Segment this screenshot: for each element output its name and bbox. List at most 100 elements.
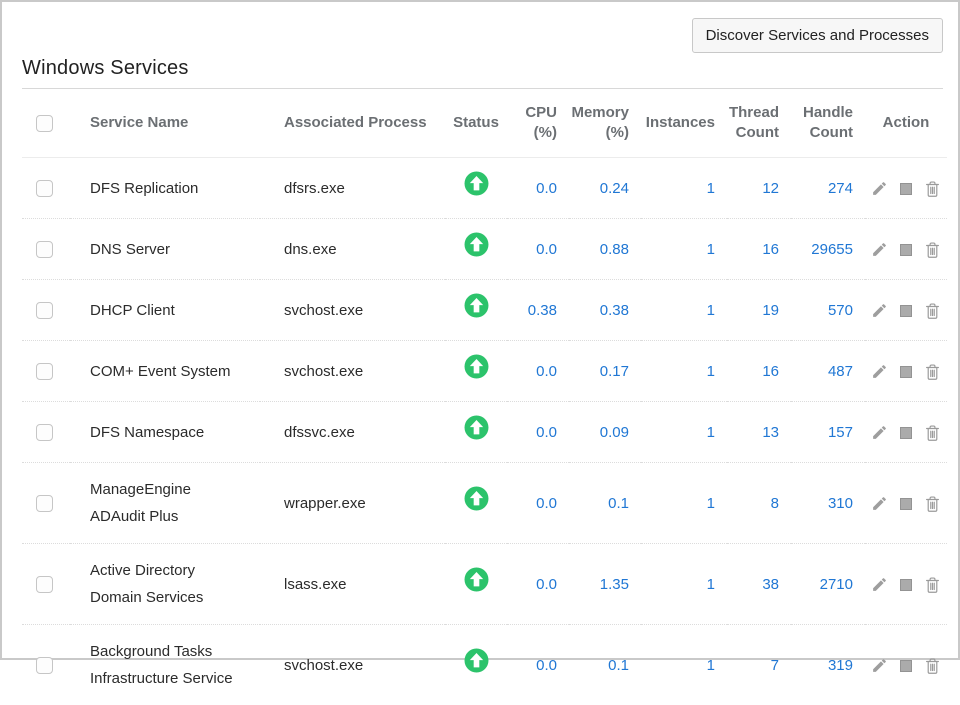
memory-value[interactable]: 0.09	[600, 424, 629, 441]
row-checkbox[interactable]	[36, 302, 53, 319]
delete-trash-icon[interactable]	[924, 241, 941, 259]
instances-value[interactable]: 1	[707, 302, 715, 319]
service-name: DFS Replication	[90, 180, 198, 197]
edit-pencil-icon[interactable]	[871, 424, 888, 441]
edit-pencil-icon[interactable]	[871, 363, 888, 380]
action-cell	[865, 544, 947, 625]
handle-count-value[interactable]: 310	[828, 495, 853, 512]
row-checkbox[interactable]	[36, 424, 53, 441]
cpu-cell: 0.0	[507, 341, 569, 402]
memory-cell: 0.09	[569, 402, 641, 463]
stop-square-icon[interactable]	[900, 244, 912, 256]
instances-value[interactable]: 1	[707, 495, 715, 512]
instances-value[interactable]: 1	[707, 657, 715, 674]
memory-cell: 0.1	[569, 463, 641, 544]
memory-cell: 0.88	[569, 219, 641, 280]
stop-square-icon[interactable]	[900, 660, 912, 672]
handle-count-value[interactable]: 29655	[811, 241, 853, 258]
table-row: ManageEngine ADAudit Plus wrapper.exe 0.…	[22, 463, 947, 544]
cpu-value[interactable]: 0.0	[536, 657, 557, 674]
handle-count-value[interactable]: 319	[828, 657, 853, 674]
edit-pencil-icon[interactable]	[871, 302, 888, 319]
cpu-value[interactable]: 0.0	[536, 424, 557, 441]
cpu-value[interactable]: 0.0	[536, 363, 557, 380]
cpu-value[interactable]: 0.38	[528, 302, 557, 319]
delete-trash-icon[interactable]	[924, 180, 941, 198]
delete-trash-icon[interactable]	[924, 657, 941, 675]
instances-cell: 1	[641, 544, 727, 625]
cpu-value[interactable]: 0.0	[536, 576, 557, 593]
table-row: Background Tasks Infrastructure Service …	[22, 625, 947, 705]
stop-square-icon[interactable]	[900, 183, 912, 195]
status-cell	[445, 341, 507, 402]
thread-count-value[interactable]: 16	[762, 363, 779, 380]
process-name: svchost.exe	[284, 302, 363, 319]
stop-square-icon[interactable]	[900, 498, 912, 510]
cpu-cell: 0.0	[507, 219, 569, 280]
instances-cell: 1	[641, 625, 727, 705]
cpu-value[interactable]: 0.0	[536, 180, 557, 197]
handle-count-cell: 29655	[791, 219, 865, 280]
stop-square-icon[interactable]	[900, 366, 912, 378]
service-name-cell: DNS Server	[70, 219, 260, 280]
stop-square-icon[interactable]	[900, 427, 912, 439]
delete-trash-icon[interactable]	[924, 302, 941, 320]
service-name-cell: Active Directory Domain Services	[70, 544, 260, 625]
delete-trash-icon[interactable]	[924, 424, 941, 442]
memory-value[interactable]: 0.1	[608, 495, 629, 512]
row-checkbox[interactable]	[36, 576, 53, 593]
stop-square-icon[interactable]	[900, 305, 912, 317]
row-checkbox[interactable]	[36, 180, 53, 197]
cpu-cell: 0.38	[507, 280, 569, 341]
thread-count-value[interactable]: 12	[762, 180, 779, 197]
thread-count-value[interactable]: 19	[762, 302, 779, 319]
thread-count-value[interactable]: 7	[771, 657, 779, 674]
column-header-status: Status	[445, 89, 507, 158]
memory-value[interactable]: 1.35	[600, 576, 629, 593]
delete-trash-icon[interactable]	[924, 495, 941, 513]
thread-count-value[interactable]: 38	[762, 576, 779, 593]
thread-count-cell: 16	[727, 341, 791, 402]
row-checkbox-cell	[22, 402, 70, 463]
stop-square-icon[interactable]	[900, 579, 912, 591]
thread-count-value[interactable]: 16	[762, 241, 779, 258]
instances-value[interactable]: 1	[707, 363, 715, 380]
row-checkbox[interactable]	[36, 363, 53, 380]
edit-pencil-icon[interactable]	[871, 576, 888, 593]
memory-value[interactable]: 0.38	[600, 302, 629, 319]
page-title: Windows Services	[22, 57, 943, 89]
handle-count-value[interactable]: 570	[828, 302, 853, 319]
windows-services-page: Discover Services and Processes Windows …	[2, 2, 958, 705]
instances-value[interactable]: 1	[707, 576, 715, 593]
memory-cell: 0.1	[569, 625, 641, 705]
cpu-value[interactable]: 0.0	[536, 495, 557, 512]
instances-value[interactable]: 1	[707, 180, 715, 197]
instances-value[interactable]: 1	[707, 241, 715, 258]
edit-pencil-icon[interactable]	[871, 495, 888, 512]
action-cell	[865, 280, 947, 341]
status-up-icon	[464, 293, 489, 318]
action-cell	[865, 402, 947, 463]
memory-value[interactable]: 0.1	[608, 657, 629, 674]
handle-count-value[interactable]: 274	[828, 180, 853, 197]
cpu-value[interactable]: 0.0	[536, 241, 557, 258]
edit-pencil-icon[interactable]	[871, 241, 888, 258]
delete-trash-icon[interactable]	[924, 576, 941, 594]
edit-pencil-icon[interactable]	[871, 180, 888, 197]
thread-count-value[interactable]: 8	[771, 495, 779, 512]
status-up-icon	[464, 171, 489, 196]
handle-count-value[interactable]: 487	[828, 363, 853, 380]
instances-value[interactable]: 1	[707, 424, 715, 441]
memory-value[interactable]: 0.24	[600, 180, 629, 197]
delete-trash-icon[interactable]	[924, 363, 941, 381]
memory-value[interactable]: 0.88	[600, 241, 629, 258]
discover-services-button[interactable]: Discover Services and Processes	[692, 18, 943, 53]
thread-count-value[interactable]: 13	[762, 424, 779, 441]
memory-value[interactable]: 0.17	[600, 363, 629, 380]
handle-count-value[interactable]: 2710	[820, 576, 853, 593]
row-checkbox[interactable]	[36, 241, 53, 258]
row-checkbox[interactable]	[36, 495, 53, 512]
select-all-checkbox[interactable]	[36, 115, 53, 132]
handle-count-value[interactable]: 157	[828, 424, 853, 441]
handle-count-cell: 570	[791, 280, 865, 341]
